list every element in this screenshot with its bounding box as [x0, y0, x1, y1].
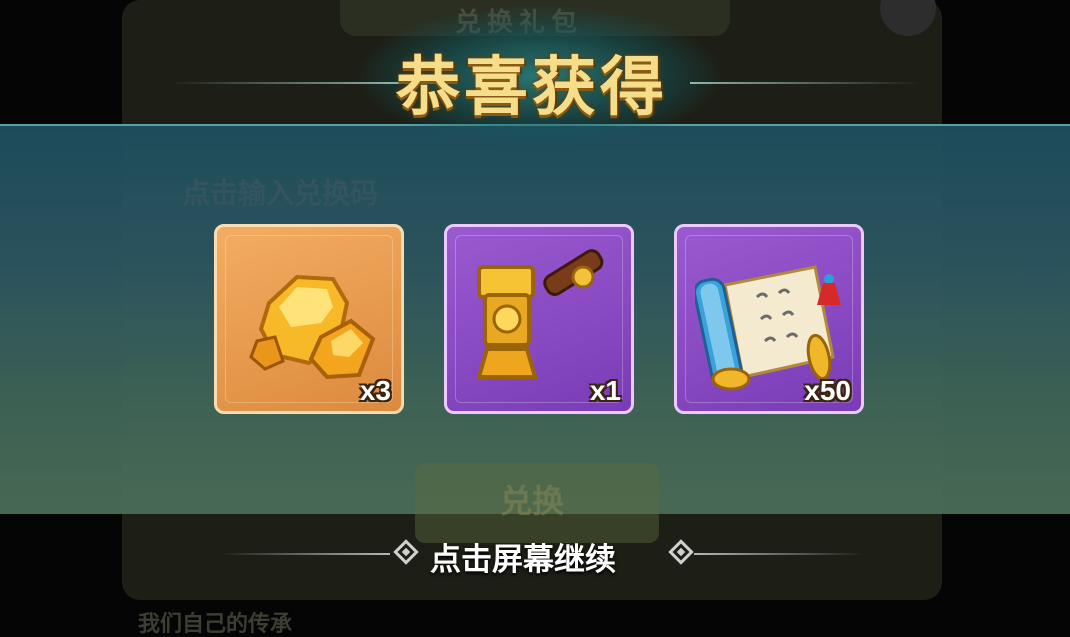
reward-item-scroll[interactable]: x50: [674, 224, 864, 414]
tap-to-continue-prompt[interactable]: 点击屏幕继续: [430, 534, 660, 579]
title-divider-left: [170, 82, 400, 84]
golden-hammer-icon: [476, 249, 604, 379]
continue-divider-right: [694, 553, 864, 555]
reward-item-golden-hammer[interactable]: x1: [444, 224, 634, 414]
reward-title: 恭喜获得: [396, 50, 668, 125]
reward-popup-screen[interactable]: 兑换礼包 我们自己的传承 点击输入兑换码 兑换 恭喜获得 x3: [0, 0, 1070, 637]
background-sub-text: 我们自己的传承: [138, 612, 293, 637]
background-input-hint: 点击输入兑换码: [182, 177, 379, 210]
gold-ore-icon: [249, 274, 376, 380]
continue-divider-left: [220, 553, 390, 555]
reward-list: x3 x1 x50: [214, 224, 874, 416]
background-redeem-button-label: 兑换: [500, 482, 565, 520]
reward-item-gold-ore[interactable]: x3: [214, 224, 404, 414]
scroll-icon: [695, 265, 841, 391]
reward-count: x3: [359, 375, 391, 406]
reward-count: x50: [804, 375, 851, 406]
reward-count: x1: [589, 375, 621, 406]
